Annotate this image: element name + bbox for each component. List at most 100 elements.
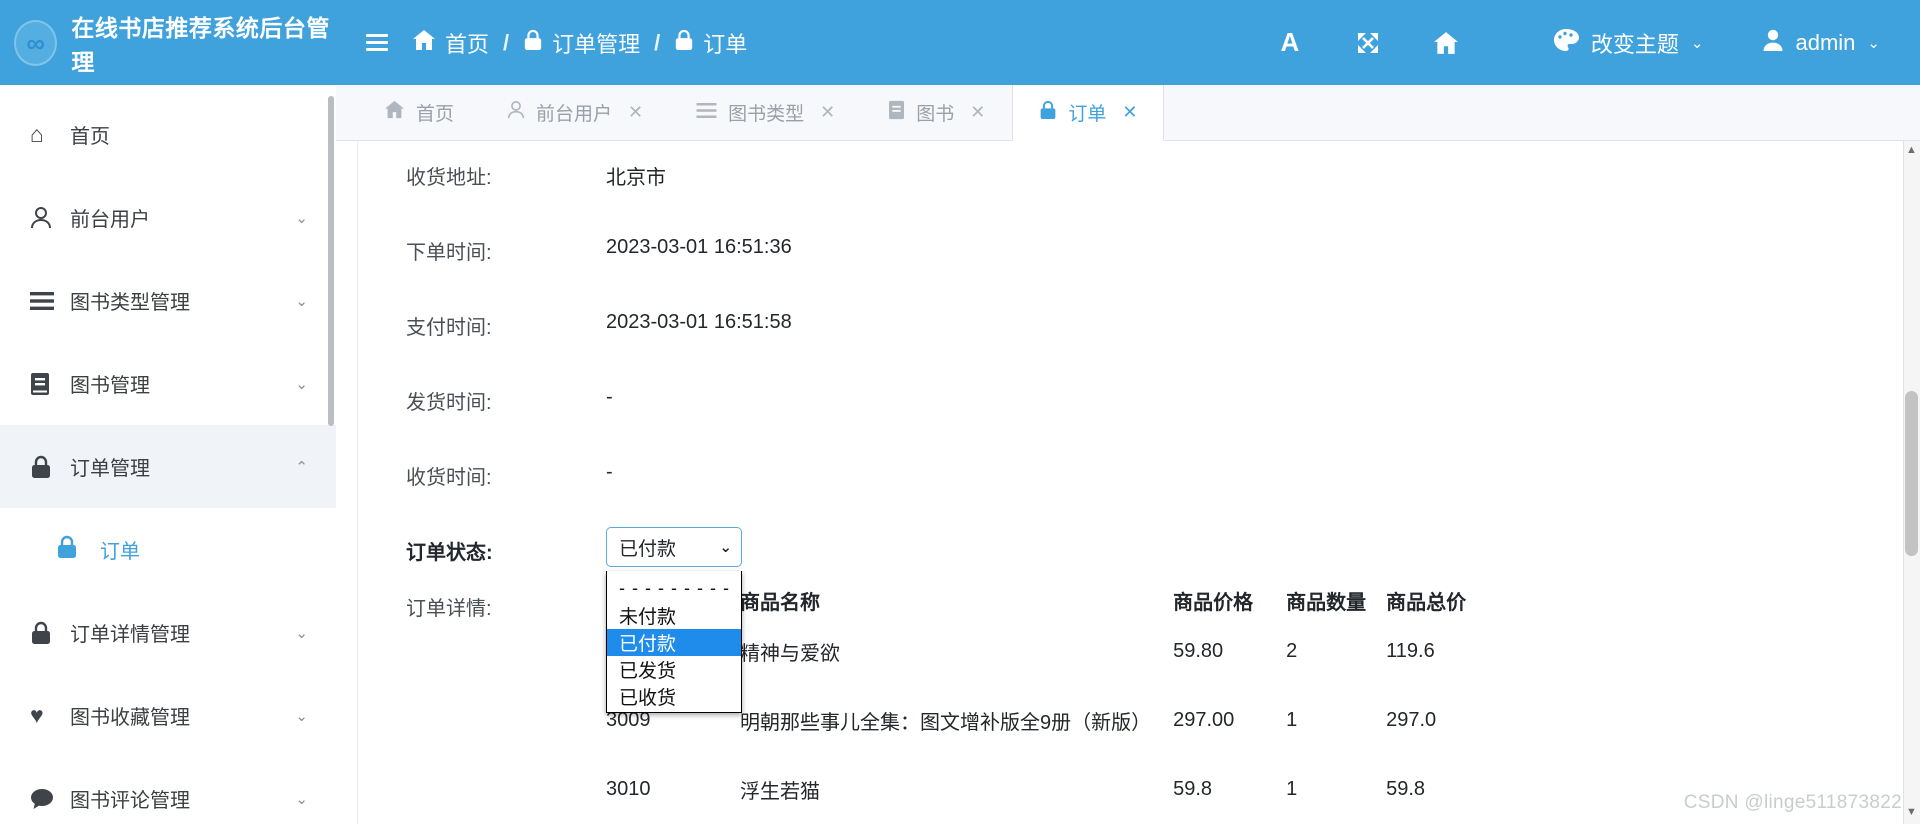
brand-header[interactable]: ∞ 在线书店推荐系统后台管理: [0, 0, 336, 85]
form-row-receive-time: 收货时间: -: [336, 447, 1920, 522]
order-status-label: 订单状态:: [406, 542, 493, 564]
chevron-down-icon: ⌄: [719, 539, 732, 556]
order-status-select[interactable]: 已付款 ⌄: [606, 527, 742, 567]
topbar-actions: A 改变主题 ⌄ admin ⌄: [1251, 13, 1886, 73]
sidebar-item-label: 图书管理: [70, 375, 150, 397]
sidebar-item-order-details[interactable]: 订单详情管理 ⌄: [0, 591, 336, 674]
content-area: 收货地址: 北京市 下单时间: 2023-03-01 16:51:36 支付时间…: [336, 141, 1920, 824]
order-items-table: 商品名称 商品价格 商品数量 商品总价 3008 精神与: [606, 586, 1516, 824]
cell-qty: 2: [1286, 640, 1298, 662]
font-size-icon[interactable]: A: [1251, 13, 1329, 73]
sidebar-item-favorites[interactable]: ♥ 图书收藏管理 ⌄: [0, 674, 336, 757]
sidebar-item-label: 首页: [70, 126, 110, 148]
lock-icon: [523, 29, 543, 57]
form-row-order-status: 订单状态: 已付款 ⌄ - - - - - - - - - 未付款 已付款 已发…: [336, 522, 1920, 713]
book-icon: [888, 100, 905, 126]
scroll-down-arrow-icon[interactable]: ▼: [1905, 807, 1918, 820]
breadcrumb-item-order-management[interactable]: 订单管理: [523, 27, 640, 59]
tab-label: 图书类型: [728, 104, 805, 125]
cell-qty: 1: [1286, 778, 1298, 800]
sidebar-subitem-orders[interactable]: 订单: [0, 508, 336, 591]
form-row-order-time: 下单时间: 2023-03-01 16:51:36: [336, 222, 1920, 297]
field-value: 2023-03-01 16:51:58: [606, 311, 792, 333]
tab-home[interactable]: 首页: [358, 85, 481, 140]
breadcrumb-item-order[interactable]: 订单: [674, 27, 747, 59]
user-menu-button[interactable]: admin ⌄: [1756, 28, 1887, 58]
cell-name: 明朝那些事儿全集：图文增补版全9册（新版）: [740, 712, 1152, 734]
book-icon: [30, 372, 70, 396]
option-divider[interactable]: - - - - - - - - -: [607, 575, 741, 602]
change-theme-button[interactable]: 改变主题 ⌄: [1547, 27, 1710, 59]
scrollbar-thumb[interactable]: [1905, 391, 1918, 556]
app-root: ∞ 在线书店推荐系统后台管理 ⌂ 首页 前台用户 ⌄ 图书类型管理 ⌄ 图书管理…: [0, 0, 1920, 824]
close-icon[interactable]: ✕: [820, 102, 835, 123]
chevron-down-icon: ⌄: [1867, 34, 1880, 52]
close-icon[interactable]: ✕: [1122, 102, 1137, 123]
content-scrollbar[interactable]: ▲ ▼: [1903, 141, 1920, 824]
hamburger-icon[interactable]: [356, 28, 398, 57]
sidebar-menu: ⌂ 首页 前台用户 ⌄ 图书类型管理 ⌄ 图书管理 ⌄ 订单管理 ⌃ 订单 订单…: [0, 85, 336, 824]
home-icon: [412, 29, 436, 57]
field-label: 下单时间:: [406, 242, 492, 264]
sidebar-item-order-management[interactable]: 订单管理 ⌃: [0, 425, 336, 508]
sidebar: ∞ 在线书店推荐系统后台管理 ⌂ 首页 前台用户 ⌄ 图书类型管理 ⌄ 图书管理…: [0, 0, 336, 824]
list-icon: [696, 101, 717, 124]
lock-icon: [674, 29, 694, 57]
brand-title: 在线书店推荐系统后台管理: [71, 14, 330, 75]
sidebar-item-home[interactable]: ⌂ 首页: [0, 93, 336, 176]
option-paid[interactable]: 已付款: [607, 629, 741, 656]
column-header-total: 商品总价: [1386, 592, 1467, 614]
fullscreen-icon[interactable]: [1329, 13, 1407, 73]
user-icon: [30, 206, 70, 230]
tab-orders[interactable]: 订单 ✕: [1012, 85, 1165, 141]
table-row: 3008 精神与爱欲 59.80 2 119.6: [606, 637, 1516, 706]
user-icon: [1762, 28, 1784, 58]
lock-icon: [30, 455, 70, 479]
chevron-down-icon: ⌄: [295, 707, 308, 725]
comment-icon: [30, 788, 70, 810]
cell-total: 119.6: [1386, 640, 1435, 662]
heart-icon: ♥: [30, 702, 44, 728]
sidebar-item-frontend-users[interactable]: 前台用户 ⌄: [0, 176, 336, 259]
main-area: 首页 / 订单管理 / 订单 A 改变主题 ⌄ admin ⌄ 首页 前台用户 …: [336, 0, 1920, 824]
option-shipped[interactable]: 已发货: [607, 656, 741, 683]
breadcrumb-label: 订单管理: [552, 31, 641, 57]
sidebar-item-label: 图书评论管理: [70, 790, 190, 812]
close-icon[interactable]: ✕: [970, 102, 985, 123]
cell-id: 3010: [606, 778, 651, 800]
user-name-label: admin: [1795, 29, 1856, 55]
cell-total: 59.8: [1386, 778, 1426, 800]
option-unpaid[interactable]: 未付款: [607, 602, 741, 629]
sidebar-item-books[interactable]: 图书管理 ⌄: [0, 342, 336, 425]
close-icon[interactable]: ✕: [628, 102, 643, 123]
breadcrumb-separator: /: [503, 29, 510, 55]
cell-price: 297.00: [1173, 709, 1235, 731]
order-status-options-list: - - - - - - - - - 未付款 已付款 已发货 已收货: [606, 571, 742, 713]
order-detail-label: 订单详情:: [406, 598, 492, 620]
sidebar-scrollbar[interactable]: [328, 96, 334, 426]
order-status-select-wrapper: 已付款 ⌄ - - - - - - - - - 未付款 已付款 已发货 已收货: [606, 522, 742, 713]
list-icon: [30, 291, 70, 310]
tab-frontend-users[interactable]: 前台用户 ✕: [481, 85, 670, 140]
field-value: 北京市: [606, 167, 666, 189]
cell-total: 297.0: [1386, 709, 1437, 731]
table-row: 3009 明朝那些事儿全集：图文增补版全9册（新版） 297.00 1 297.…: [606, 706, 1516, 775]
tab-book-types[interactable]: 图书类型 ✕: [670, 85, 862, 140]
scroll-up-arrow-icon[interactable]: ▲: [1905, 145, 1918, 158]
sidebar-item-book-types[interactable]: 图书类型管理 ⌄: [0, 259, 336, 342]
option-received[interactable]: 已收货: [607, 683, 741, 710]
field-value: 2023-03-01 16:51:36: [606, 236, 792, 258]
lock-icon: [1039, 100, 1057, 126]
sidebar-item-label: 图书收藏管理: [70, 707, 190, 729]
breadcrumb-item-home[interactable]: 首页: [412, 27, 489, 59]
chevron-down-icon: ⌄: [295, 375, 308, 393]
user-icon: [507, 100, 525, 126]
chevron-down-icon: ⌄: [295, 790, 308, 808]
home-icon[interactable]: [1407, 13, 1485, 73]
table-header-row: 商品名称 商品价格 商品数量 商品总价: [606, 586, 1516, 637]
sidebar-item-label: 订单详情管理: [70, 624, 190, 646]
sidebar-item-comments[interactable]: 图书评论管理 ⌄: [0, 757, 336, 824]
tab-books[interactable]: 图书 ✕: [862, 85, 1012, 140]
order-status-selected-value: 已付款: [619, 538, 677, 560]
palette-icon: [1553, 28, 1579, 58]
